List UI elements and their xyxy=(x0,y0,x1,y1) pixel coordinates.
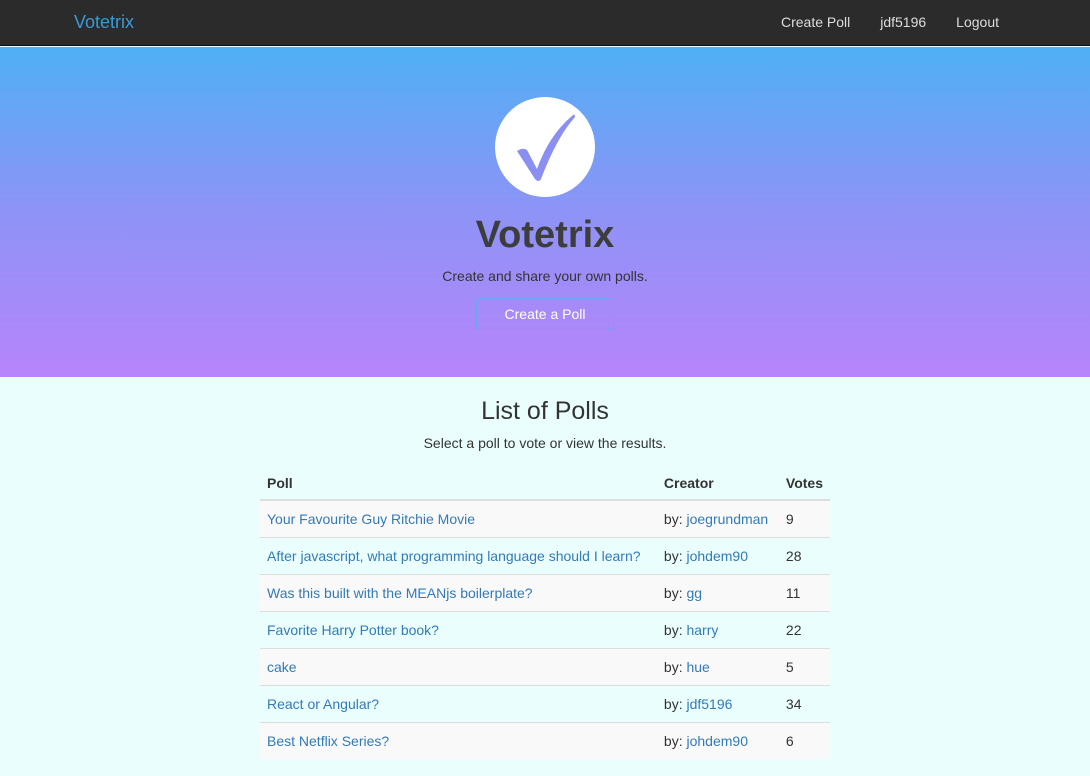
creator-link[interactable]: johdem90 xyxy=(686,548,748,564)
poll-link[interactable]: Was this built with the MEANjs boilerpla… xyxy=(267,585,533,601)
creator-prefix: by: xyxy=(663,695,683,712)
table-row: Your Favourite Guy Ritchie Movie by: joe… xyxy=(260,499,830,537)
header-poll: Poll xyxy=(260,466,657,501)
table-row: After javascript, what programming langu… xyxy=(260,536,830,574)
creator-link[interactable]: jdf5196 xyxy=(686,696,732,712)
vote-count: 11 xyxy=(778,573,830,611)
top-navbar: Votetrix Create Poll jdf5196 Logout xyxy=(0,0,1090,46)
poll-link[interactable]: Best Netflix Series? xyxy=(267,733,389,749)
poll-link[interactable]: cake xyxy=(267,659,297,675)
poll-link[interactable]: Favorite Harry Potter book? xyxy=(267,622,439,638)
poll-link[interactable]: React or Angular? xyxy=(267,696,379,712)
header-creator: Creator xyxy=(656,466,779,501)
creator-prefix: by: xyxy=(663,732,683,749)
nav-links: Create Poll jdf5196 Logout xyxy=(766,0,1090,46)
poll-link[interactable]: Your Favourite Guy Ritchie Movie xyxy=(267,511,475,527)
creator-prefix: by: xyxy=(663,547,683,564)
table-row: Favorite Harry Potter book? by: harry 22 xyxy=(260,610,830,648)
creator-link[interactable]: harry xyxy=(686,622,718,638)
polls-table: Poll Creator Votes Your Favourite Guy Ri… xyxy=(260,466,830,759)
hero-subtitle: Create and share your own polls. xyxy=(442,268,648,284)
list-title: List of Polls xyxy=(481,397,609,425)
checkmark-icon xyxy=(517,114,575,181)
nav-logout-link[interactable]: Logout xyxy=(941,0,1090,46)
brand-link[interactable]: Votetrix xyxy=(74,12,134,33)
vote-count: 34 xyxy=(778,684,830,722)
poll-link[interactable]: After javascript, what programming langu… xyxy=(267,548,641,564)
create-poll-button[interactable]: Create a Poll xyxy=(476,298,614,330)
hero-banner: Votetrix Create and share your own polls… xyxy=(0,47,1090,377)
vote-count: 22 xyxy=(778,610,830,648)
creator-prefix: by: xyxy=(663,621,683,638)
table-row: Was this built with the MEANjs boilerpla… xyxy=(260,573,830,611)
table-row: cake by: hue 5 xyxy=(260,647,830,685)
creator-prefix: by: xyxy=(663,658,683,675)
vote-count: 6 xyxy=(778,721,830,759)
list-subtitle: Select a poll to vote or view the result… xyxy=(423,435,667,451)
table-header-row: Poll Creator Votes xyxy=(260,466,830,501)
header-votes: Votes xyxy=(778,466,830,501)
creator-link[interactable]: johdem90 xyxy=(686,733,748,749)
vote-count: 9 xyxy=(778,499,830,537)
creator-link[interactable]: hue xyxy=(686,659,709,675)
creator-prefix: by: xyxy=(663,510,683,527)
nav-user-link[interactable]: jdf5196 xyxy=(865,0,941,46)
logo-badge xyxy=(495,97,595,197)
creator-link[interactable]: joegrundman xyxy=(686,511,768,527)
table-row: Best Netflix Series? by: johdem90 6 xyxy=(260,721,830,759)
creator-prefix: by: xyxy=(663,584,683,601)
vote-count: 28 xyxy=(778,536,830,574)
poll-list-section: List of Polls Select a poll to vote or v… xyxy=(0,377,1090,776)
table-row: React or Angular? by: jdf5196 34 xyxy=(260,684,830,722)
creator-link[interactable]: gg xyxy=(686,585,702,601)
hero-title: Votetrix xyxy=(475,214,615,256)
vote-count: 5 xyxy=(778,647,830,685)
nav-create-poll-link[interactable]: Create Poll xyxy=(766,0,865,46)
